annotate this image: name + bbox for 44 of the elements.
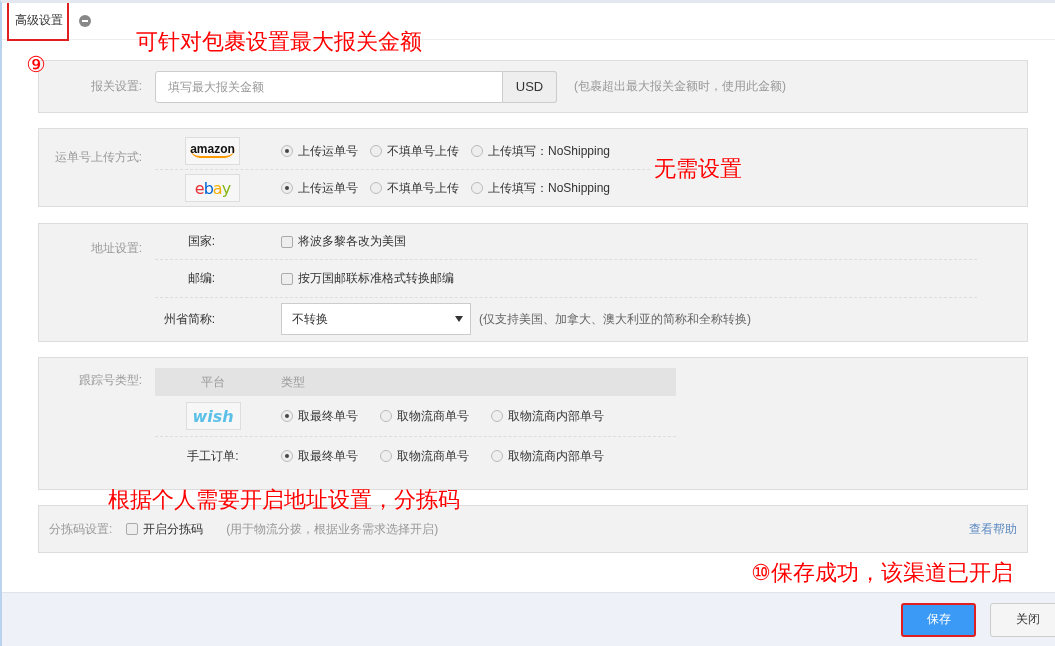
checkbox-option[interactable]: 开启分拣码 [126,520,204,538]
field-label: 地址设置: [89,240,142,257]
field-label: 邮编: [186,270,215,288]
radio-option[interactable]: 上传填写：NoShipping [471,142,611,160]
hint-text: (仅支持美国、加拿大、澳大利亚的简称和全称转换) [479,310,751,328]
close-button[interactable]: 关闭 [990,602,1055,637]
annotation-text: ⑩保存成功，该渠道已开启 [751,562,1013,584]
checkbox-option[interactable]: 将波多黎各改为美国 [281,233,406,251]
radio-option[interactable]: 取最终单号 [281,447,358,465]
section-title: 高级设置 [7,3,69,41]
radio-option[interactable]: 上传运单号 [281,142,358,160]
field-label: 跟踪号类型: [77,372,142,389]
dropdown[interactable]: 不转换 [281,303,471,336]
radio-option[interactable]: 取物流商内部单号 [491,407,604,425]
collapse-icon[interactable] [79,15,91,27]
caret-icon [455,316,463,323]
annotation-text: ⑨ [26,54,46,76]
radio-option[interactable]: 不填单号上传 [370,142,459,160]
annotation-text: 可针对包裹设置最大报关金额 [136,31,422,53]
column-header: 类型 [281,373,305,391]
field-label: 报关设置: [89,78,142,95]
platform-logo: ebay [185,174,240,202]
radio-option[interactable]: 上传填写：NoShipping [471,179,611,197]
hint-text: (包裹超出最大报关金额时，使用此金额) [574,78,786,95]
platform-logo: amazon [185,137,240,165]
radio-option[interactable]: 上传运单号 [281,179,358,197]
checkbox-option[interactable]: 按万国邮联标准格式转换邮编 [281,270,454,288]
field-label: 分拣码设置: [49,520,113,538]
amount-input[interactable]: 填写最大报关金额 [155,70,503,103]
radio-option[interactable]: 取物流商内部单号 [491,447,604,465]
field-label: 州省简称: [162,310,215,328]
currency-addon: USD [503,70,557,103]
radio-option[interactable]: 不填单号上传 [370,179,459,197]
platform-logo: wish [185,402,241,430]
annotation-text: 根据个人需要开启地址设置，分拣码 [108,489,460,511]
annotation-text: 无需设置 [654,158,742,180]
column-header: 平台 [200,373,226,391]
radio-option[interactable]: 取物流商单号 [380,407,469,425]
platform-label: 手工订单: [187,447,239,465]
field-label: 国家: [186,233,215,251]
hint-text: (用于物流分拨，根据业务需求选择开启) [226,520,439,538]
radio-option[interactable]: 取物流商单号 [380,447,469,465]
field-label: 运单号上传方式: [53,149,142,166]
radio-option[interactable]: 取最终单号 [281,407,358,425]
